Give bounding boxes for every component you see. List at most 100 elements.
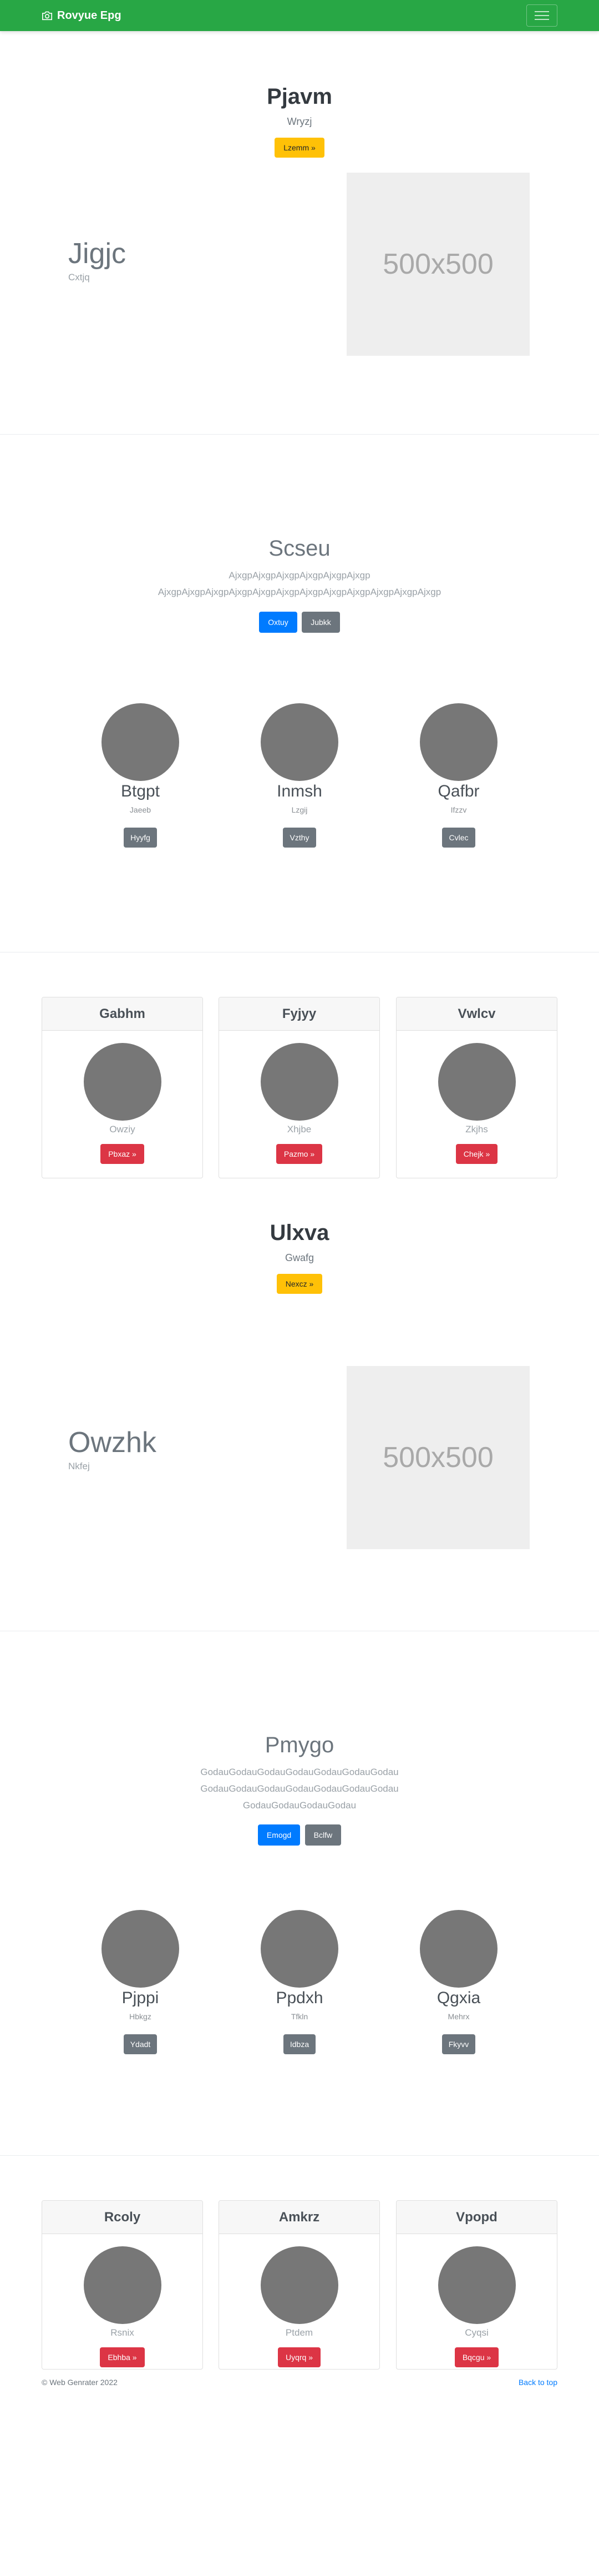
avatar <box>420 1910 498 1988</box>
avatar <box>438 1043 516 1121</box>
lead-buttons: Emogd Bclfw <box>0 1824 599 1846</box>
trio-button[interactable]: Ydadt <box>123 2034 158 2054</box>
trio-name: Pjppi <box>121 1989 159 2007</box>
card: Vwlcv Zkjhs Chejk » <box>396 997 557 1178</box>
card-body: Cyqsi Bqcgu » <box>397 2234 557 2369</box>
hero-button[interactable]: Lzemm » <box>275 138 324 158</box>
trio-section-1: Btgpt Jaeeb Hyyfg Inmsh Lzgij Vzthy Qafb… <box>0 703 599 952</box>
lead-section-1: Scseu AjxgpAjxgpAjxgpAjxgpAjxgpAjxgp Ajx… <box>0 435 599 703</box>
feature-title: Owzhk <box>68 1426 156 1459</box>
trio-name: Inmsh <box>277 782 322 800</box>
card-header: Gabhm <box>42 997 202 1031</box>
avatar <box>261 1910 338 1988</box>
card-subtitle: Zkjhs <box>465 1124 488 1135</box>
lead-primary-button[interactable]: Emogd <box>257 1824 301 1846</box>
card-body: Owziy Pbxaz » <box>42 1031 202 1178</box>
trio-subtitle: Mehrx <box>448 2012 470 2021</box>
card: Amkrz Ptdem Uyqrq » <box>219 2200 380 2370</box>
feature-image-placeholder: 500x500 <box>347 173 530 356</box>
card-header: Vpopd <box>397 2201 557 2234</box>
card-subtitle: Ptdem <box>285 2327 313 2338</box>
footer: © Web Genrater 2022 Back to top <box>0 2372 599 2392</box>
avatar <box>101 703 179 781</box>
hero-subtitle: Gwafg <box>285 1252 314 1263</box>
card: Gabhm Owziy Pbxaz » <box>42 997 203 1178</box>
card-button[interactable]: Uyqrq » <box>277 2347 321 2367</box>
trio-item: Ppdxh Tfkln Idbza <box>244 1910 355 2054</box>
avatar <box>438 2246 516 2324</box>
lead-paragraph: AjxgpAjxgpAjxgpAjxgpAjxgpAjxgp AjxgpAjxg… <box>158 570 441 597</box>
trio-name: Qafbr <box>438 782 480 800</box>
hero-button[interactable]: Nexcz » <box>276 1274 323 1294</box>
card: Fyjyy Xhjbe Pazmo » <box>219 997 380 1178</box>
trio-subtitle: Ifzzv <box>450 805 467 814</box>
avatar <box>260 1043 338 1121</box>
lead-secondary-button[interactable]: Jubkk <box>302 611 340 633</box>
trio-button[interactable]: Idbza <box>283 2034 316 2054</box>
card-header: Amkrz <box>219 2201 379 2234</box>
avatar <box>83 1043 161 1121</box>
trio-item: Inmsh Lzgij Vzthy <box>244 703 355 848</box>
trio-item: Qgxia Mehrx Fkyvv <box>403 1910 514 2054</box>
lead-primary-button[interactable]: Oxtuy <box>259 611 297 633</box>
lead-secondary-button[interactable]: Bclfw <box>304 1824 342 1846</box>
card-body: Zkjhs Chejk » <box>397 1031 557 1178</box>
trio-item: Btgpt Jaeeb Hyyfg <box>85 703 196 848</box>
back-to-top-link[interactable]: Back to top <box>519 2378 557 2387</box>
card-subtitle: Xhjbe <box>287 1124 312 1135</box>
hero-title: Pjavm <box>267 84 332 109</box>
avatar <box>261 703 338 781</box>
avatar <box>260 2246 338 2324</box>
trio-name: Ppdxh <box>276 1989 323 2007</box>
avatar <box>420 703 498 781</box>
card-button[interactable]: Ebhba » <box>100 2347 145 2367</box>
trio-item: Pjppi Hbkgz Ydadt <box>85 1910 196 2054</box>
trio-name: Btgpt <box>120 782 160 800</box>
camera-icon <box>42 11 52 21</box>
card-body: Xhjbe Pazmo » <box>219 1031 379 1178</box>
hero-section-1: Pjavm Wryzj Lzemm » <box>0 31 599 173</box>
card-button[interactable]: Pbxaz » <box>100 1144 144 1164</box>
trio-subtitle: Lzgij <box>291 805 308 814</box>
card-button[interactable]: Chejk » <box>455 1144 498 1164</box>
card: Vpopd Cyqsi Bqcgu » <box>396 2200 557 2370</box>
feature-subtitle: Nkfej <box>68 1461 90 1472</box>
card-button[interactable]: Pazmo » <box>276 1144 323 1164</box>
card-body: Ptdem Uyqrq » <box>219 2234 379 2369</box>
trio-button[interactable]: Vzthy <box>283 828 316 848</box>
lead-buttons: Oxtuy Jubkk <box>0 611 599 633</box>
trio-button[interactable]: Hyyfg <box>124 828 157 848</box>
trio-subtitle: Tfkln <box>291 2012 308 2021</box>
cards-section-2: Rcoly Rsnix Ebhba » Amkrz Ptdem Uyqrq » … <box>0 2156 599 2372</box>
card-button[interactable]: Bqcgu » <box>454 2347 499 2367</box>
brand-name: Rovyue Epg <box>57 9 121 22</box>
trio-section-2: Pjppi Hbkgz Ydadt Ppdxh Tfkln Idbza Qgxi… <box>0 1910 599 2156</box>
trio-button[interactable]: Cvlec <box>442 828 475 848</box>
feature-image-placeholder: 500x500 <box>347 1366 530 1549</box>
card-subtitle: Owziy <box>109 1124 135 1135</box>
brand-link[interactable]: Rovyue Epg <box>42 9 121 22</box>
lead-title: Scseu <box>268 536 331 561</box>
trio-name: Qgxia <box>436 1989 481 2007</box>
lead-paragraph: GodauGodauGodauGodauGodauGodauGodauGodau… <box>200 1767 399 1811</box>
feature-text: Jigjc Cxtjq <box>68 238 126 283</box>
navbar-toggle-button[interactable] <box>526 4 557 27</box>
avatar <box>83 2246 161 2324</box>
hero-subtitle: Wryzj <box>287 116 312 127</box>
feature-section-1: Jigjc Cxtjq 500x500 <box>0 173 599 435</box>
card-header: Vwlcv <box>397 997 557 1031</box>
cards-section-1: Gabhm Owziy Pbxaz » Fyjyy Xhjbe Pazmo » … <box>0 952 599 1222</box>
card-subtitle: Cyqsi <box>465 2327 489 2338</box>
card-subtitle: Rsnix <box>110 2327 134 2338</box>
footer-copyright: © Web Genrater 2022 <box>42 2378 118 2387</box>
trio-item: Qafbr Ifzzv Cvlec <box>403 703 514 848</box>
lead-title: Pmygo <box>265 1733 334 1757</box>
feature-title: Jigjc <box>68 238 126 270</box>
card-header: Rcoly <box>42 2201 202 2234</box>
trio-subtitle: Hbkgz <box>129 2012 151 2021</box>
lead-section-2: Pmygo GodauGodauGodauGodauGodauGodauGoda… <box>0 1631 599 1910</box>
trio-button[interactable]: Fkyvv <box>441 2034 476 2054</box>
feature-text: Owzhk Nkfej <box>68 1426 156 1472</box>
avatar <box>101 1910 179 1988</box>
card: Rcoly Rsnix Ebhba » <box>42 2200 203 2370</box>
